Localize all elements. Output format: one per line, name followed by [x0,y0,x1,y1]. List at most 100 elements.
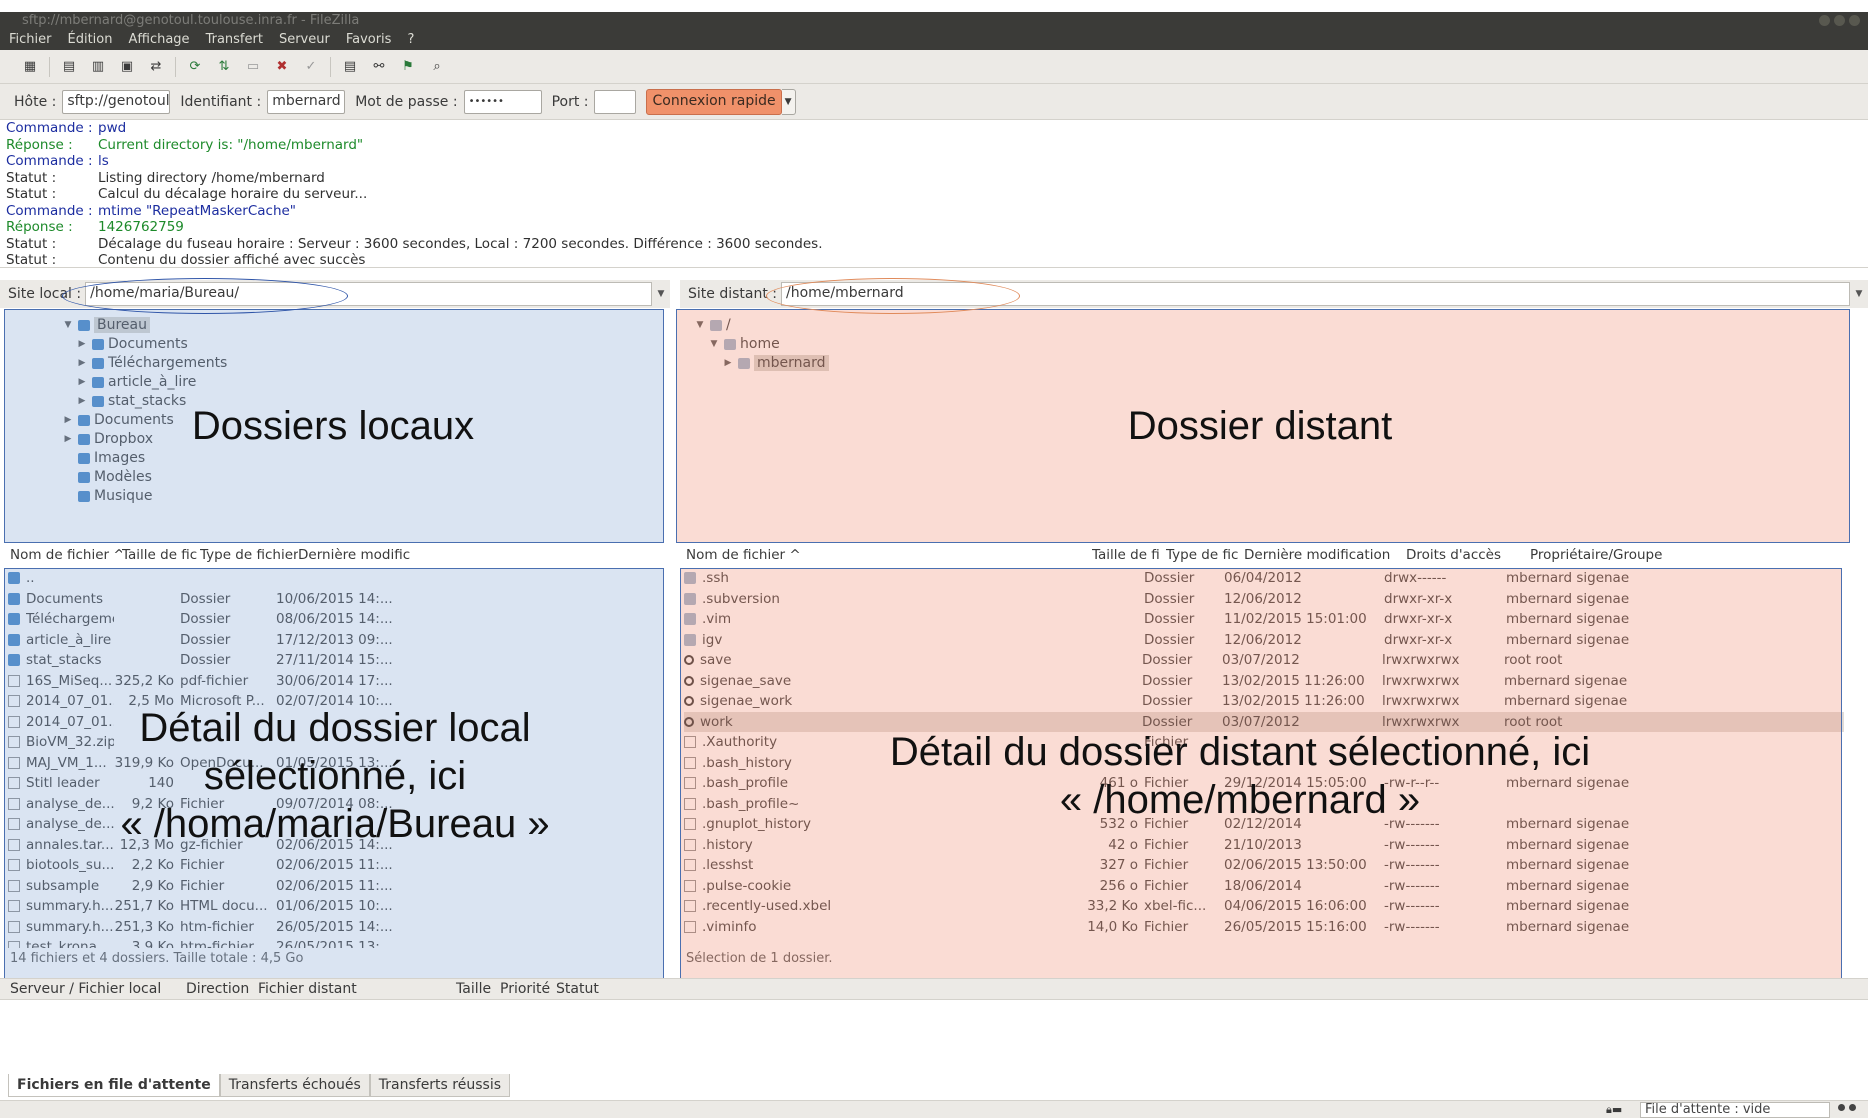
log-message: Contenu du dossier affiché avec succès [98,252,366,268]
remote-col-owner[interactable]: Propriétaire/Groupe [1530,547,1680,563]
site-manager-icon[interactable]: ▦ [20,57,40,77]
log-key: Statut : [6,252,57,268]
toolbar-separator [330,56,331,77]
refresh-icon[interactable]: ⟳ [185,57,205,77]
log-message: Current directory is: "/home/mbernard" [98,136,364,153]
log-line: Commande : mtime "RepeatMaskerCache" [6,203,1868,220]
toggle-local-tree-icon[interactable]: ▥ [88,57,108,77]
local-col-size[interactable]: Taille de fic [122,547,200,563]
tab-successful-transfers[interactable]: Transferts réussis [369,1074,510,1097]
annotation-line: sélectionné, ici [203,754,467,798]
download-light-icon [1849,1104,1856,1111]
log-key: Statut : [6,235,57,252]
close-icon[interactable] [1849,15,1860,26]
annotation-local-tree: Dossiers locaux [191,404,475,448]
menu-serveur[interactable]: Serveur [279,30,330,50]
annotation-line: « /homa/maria/Bureau » [120,802,550,846]
compare-icon[interactable]: ⚯ [369,57,389,77]
local-col-type[interactable]: Type de fichier [200,547,298,563]
annotation-line: « /home/mbernard » [1059,778,1421,822]
message-log: Commande : pwd Réponse : Current directory … [0,120,1868,268]
menu-favoris[interactable]: Favoris [346,30,392,50]
reconnect-icon[interactable]: ✓ [301,57,321,77]
window-title-bar: sftp://mbernard@genotoul.toulouse.inra.f… [0,12,1868,30]
log-line: Statut : Contenu du dossier affiché avec … [6,252,1868,268]
queue-col-direction[interactable]: Direction [186,981,249,997]
toolbar: ▦ ▤ ▥ ▣ ⇄ ⟳ ⇅ ▭ ✖ ✓ ▤ ⚯ ⚑ ⌕ [0,50,1868,84]
password-label: Mot de passe : [355,93,458,110]
activity-lights [1838,1104,1856,1111]
log-message: mtime "RepeatMaskerCache" [98,202,297,219]
disconnect-icon[interactable]: ✖ [272,57,292,77]
log-key: Réponse : [6,219,73,235]
toggle-log-icon[interactable]: ▤ [59,57,79,77]
log-key: Statut : [6,186,57,202]
log-message: ls [98,153,109,169]
cancel-icon[interactable]: ▭ [243,57,263,77]
chevron-down-icon[interactable]: ▼ [1850,289,1868,299]
sync-browse-icon[interactable]: ⚑ [398,57,418,77]
log-key: Commande : [6,202,93,219]
log-message: Listing directory /home/mbernard [98,169,325,186]
queue-col-size[interactable]: Taille [456,981,491,997]
annotation-remote-detail: Détail du dossier distant sélectionné, i… [850,728,1630,824]
annotation-line: Détail du dossier local [139,706,531,750]
local-path-ellipse [62,278,348,314]
log-line: Commande : pwd [6,120,1868,137]
remote-col-name[interactable]: Nom de fichier ^ [686,547,1092,563]
menu-affichage[interactable]: Affichage [128,30,189,50]
search-icon[interactable]: ⌕ [427,57,447,77]
quickconnect-dropdown[interactable]: ▼ [781,88,796,115]
log-line: Réponse : 1426762759 [6,219,1868,236]
queue-tabs: Fichiers en file d'attente Transferts éc… [8,1074,510,1097]
host-label: Hôte : [14,93,57,110]
annotation-local-detail: Détail du dossier local sélectionné, ici… [90,704,580,848]
log-line: Statut : Calcul du décalage horaire du se… [6,186,1868,203]
process-queue-icon[interactable]: ⇅ [214,57,234,77]
log-line: Statut : Décalage du fuseau horaire : Ser… [6,236,1868,253]
toolbar-separator [175,56,176,77]
queue-col-status[interactable]: Statut [556,981,599,997]
menu-transfert[interactable]: Transfert [206,30,263,50]
log-line: Commande : ls [6,153,1868,170]
maximize-icon[interactable] [1834,15,1845,26]
menu-fichier[interactable]: Fichier [9,30,52,50]
filter-icon[interactable]: ▤ [340,57,360,77]
menu-help[interactable]: ? [407,30,414,50]
log-line: Réponse : Current directory is: "/home/mb… [6,137,1868,154]
user-input[interactable]: mbernard [267,89,346,114]
annotation-remote-tree: Dossier distant [1127,404,1393,448]
log-key: Commande : [6,153,93,169]
minimize-icon[interactable] [1819,15,1830,26]
menu-edition[interactable]: Édition [68,30,113,50]
log-message: 1426762759 [98,219,184,235]
port-input[interactable] [594,89,637,114]
toggle-queue-icon[interactable]: ⇄ [146,57,166,77]
remote-column-header: Nom de fichier ^ Taille de fi Type de fi… [686,544,1866,566]
remote-site-label: Site distant : [688,286,777,302]
log-key: Réponse : [6,136,73,153]
tab-queued-files[interactable]: Fichiers en file d'attente [8,1074,220,1097]
toggle-remote-tree-icon[interactable]: ▣ [117,57,137,77]
remote-col-date[interactable]: Dernière modification [1244,547,1406,563]
queue-col-remote[interactable]: Fichier distant [258,981,357,997]
tab-failed-transfers[interactable]: Transferts échoués [219,1074,370,1097]
queue-col-server[interactable]: Serveur / Fichier local [10,981,161,997]
password-input[interactable]: •••••• [463,89,542,114]
remote-col-perm[interactable]: Droits d'accès [1406,547,1530,563]
user-label: Identifiant : [180,93,262,110]
host-input[interactable]: sftp://genotoul [62,89,171,114]
local-col-date[interactable]: Dernière modific [298,547,422,563]
port-label: Port : [551,93,589,110]
remote-path-ellipse [766,278,1020,314]
local-column-header: Nom de fichier ^ Taille de fic Type de f… [10,544,670,566]
local-col-name[interactable]: Nom de fichier ^ [10,547,122,563]
log-line: Statut : Listing directory /home/mbernard [6,170,1868,187]
chevron-down-icon[interactable]: ▼ [652,289,670,299]
lock-icon: 🔒︎▬ [1606,1103,1623,1116]
remote-col-size[interactable]: Taille de fi [1092,547,1166,563]
remote-col-type[interactable]: Type de fic [1166,547,1244,563]
queue-col-priority[interactable]: Priorité [500,981,550,997]
queue-status: File d'attente : vide [1640,1102,1830,1118]
quickconnect-button[interactable]: Connexion rapide [646,88,782,115]
